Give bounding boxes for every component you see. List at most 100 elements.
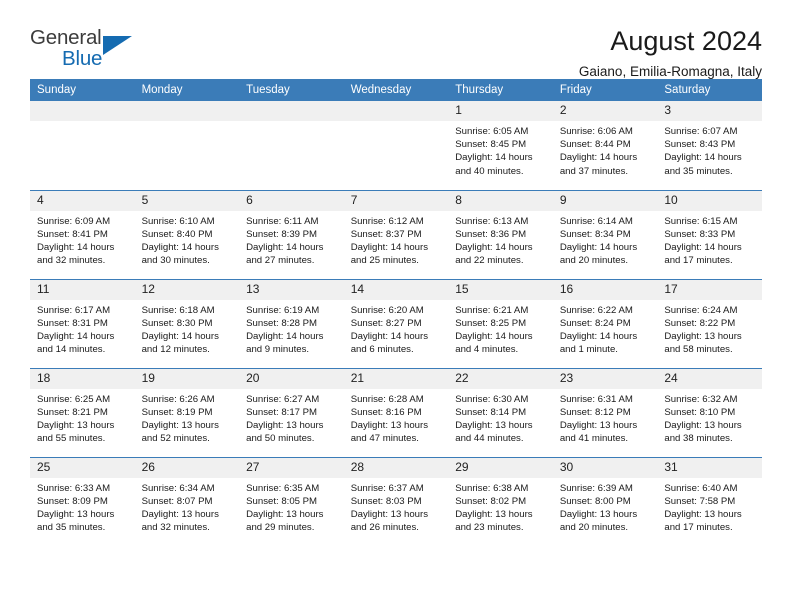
title-block: August 2024 Gaiano, Emilia-Romagna, Ital… bbox=[579, 27, 762, 80]
calendar-day-cell[interactable]: 1 Sunrise: 6:05 AM Sunset: 8:45 PM Daylight… bbox=[448, 101, 553, 190]
calendar-day-cell[interactable]: 29 Sunrise: 6:38 AM Sunset: 8:02 PM Dayligh… bbox=[448, 456, 553, 546]
calendar-day-cell[interactable]: 13 Sunrise: 6:19 AM Sunset: 8:28 PM Dayligh… bbox=[239, 278, 344, 368]
day-details: Sunrise: 6:27 AM Sunset: 8:17 PM Daylight:… bbox=[239, 389, 344, 446]
calendar-week-row: 4 Sunrise: 6:09 AM Sunset: 8:41 PM Daylight… bbox=[30, 189, 762, 279]
daylight-text: Daylight: 14 hours and 40 minutes. bbox=[455, 152, 533, 177]
sunset-text: Sunset: 8:19 PM bbox=[141, 406, 213, 418]
day-number: 20 bbox=[239, 368, 344, 389]
general-blue-logo[interactable]: General Blue bbox=[30, 27, 150, 77]
sunset-text: Sunset: 8:05 PM bbox=[246, 495, 318, 507]
sunset-text: Sunset: 8:07 PM bbox=[141, 495, 213, 507]
day-number: 22 bbox=[448, 368, 553, 389]
sunset-text: Sunset: 8:41 PM bbox=[37, 228, 108, 240]
daylight-text: Daylight: 14 hours and 30 minutes. bbox=[141, 241, 219, 267]
sunset-text: Sunset: 8:09 PM bbox=[37, 495, 108, 507]
day-details: Sunrise: 6:32 AM Sunset: 8:10 PM Daylight:… bbox=[657, 389, 762, 446]
calendar-day-cell[interactable]: 5 Sunrise: 6:10 AM Sunset: 8:40 PM Daylight… bbox=[134, 189, 240, 279]
calendar-day-cell[interactable]: 6 Sunrise: 6:11 AM Sunset: 8:39 PM Daylight… bbox=[239, 189, 344, 279]
calendar-header-row: Sunday Monday Tuesday Wednesday Thursday Frid… bbox=[30, 79, 762, 101]
day-number: 18 bbox=[30, 368, 135, 389]
daylight-text: Daylight: 14 hours and 12 minutes. bbox=[141, 330, 219, 356]
day-cell-inner: 31 Sunrise: 6:40 AM Sunset: 7:58 PM Dayligh… bbox=[657, 457, 762, 547]
day-number: 14 bbox=[343, 279, 449, 300]
calendar-day-cell[interactable]: 10 Sunrise: 6:15 AM Sunset: 8:33 PM Dayligh… bbox=[657, 189, 762, 279]
weekday-header-tuesday: Tuesday bbox=[239, 79, 344, 101]
calendar-day-cell[interactable]: 4 Sunrise: 6:09 AM Sunset: 8:41 PM Daylight… bbox=[30, 189, 135, 279]
calendar-day-cell[interactable]: 25 Sunrise: 6:33 AM Sunset: 8:09 PM Dayligh… bbox=[30, 456, 135, 546]
day-number: 13 bbox=[239, 279, 344, 300]
calendar-day-cell[interactable]: 18 Sunrise: 6:25 AM Sunset: 8:21 PM Dayligh… bbox=[30, 367, 135, 457]
day-cell-inner: 4 Sunrise: 6:09 AM Sunset: 8:41 PM Daylight… bbox=[30, 190, 135, 279]
day-cell-inner: 9 Sunrise: 6:14 AM Sunset: 8:34 PM Daylight… bbox=[552, 190, 658, 279]
sunrise-text: Sunrise: 6:31 AM bbox=[559, 393, 633, 405]
day-cell-inner: 14 Sunrise: 6:20 AM Sunset: 8:27 PM Dayligh… bbox=[343, 279, 449, 368]
calendar-day-cell[interactable]: 14 Sunrise: 6:20 AM Sunset: 8:27 PM Dayligh… bbox=[343, 278, 449, 368]
calendar-week-row: 25 Sunrise: 6:33 AM Sunset: 8:09 PM Dayligh… bbox=[30, 456, 762, 547]
calendar-day-cell[interactable]: 12 Sunrise: 6:18 AM Sunset: 8:30 PM Dayligh… bbox=[134, 278, 240, 368]
sunset-text: Sunset: 8:28 PM bbox=[246, 317, 318, 329]
day-details: Sunrise: 6:37 AM Sunset: 8:03 PM Daylight:… bbox=[344, 478, 449, 535]
sunrise-text: Sunrise: 6:27 AM bbox=[246, 393, 320, 405]
daylight-text: Daylight: 13 hours and 32 minutes. bbox=[141, 508, 219, 534]
calendar-cell-empty bbox=[30, 101, 135, 190]
day-details: Sunrise: 6:07 AM Sunset: 8:43 PM Daylight:… bbox=[657, 121, 762, 178]
day-details: Sunrise: 6:10 AM Sunset: 8:40 PM Daylight:… bbox=[135, 211, 240, 268]
sunset-text: Sunset: 8:31 PM bbox=[37, 317, 108, 329]
day-cell-inner: 17 Sunrise: 6:24 AM Sunset: 8:22 PM Dayligh… bbox=[657, 279, 762, 368]
calendar-grid: Sunday Monday Tuesday Wednesday Thursday Frid… bbox=[30, 79, 762, 546]
sunset-text: Sunset: 7:58 PM bbox=[664, 495, 736, 507]
day-details: Sunrise: 6:25 AM Sunset: 8:21 PM Daylight:… bbox=[30, 389, 135, 446]
day-number: 7 bbox=[343, 190, 449, 211]
day-cell-inner: 13 Sunrise: 6:19 AM Sunset: 8:28 PM Dayligh… bbox=[239, 279, 344, 368]
day-details: Sunrise: 6:34 AM Sunset: 8:07 PM Daylight:… bbox=[135, 478, 240, 535]
weekday-header-saturday: Saturday bbox=[657, 79, 762, 101]
calendar-day-cell[interactable]: 24 Sunrise: 6:32 AM Sunset: 8:10 PM Dayligh… bbox=[657, 367, 762, 457]
day-details: Sunrise: 6:33 AM Sunset: 8:09 PM Daylight:… bbox=[30, 478, 135, 535]
calendar-day-cell[interactable]: 7 Sunrise: 6:12 AM Sunset: 8:37 PM Daylight… bbox=[343, 189, 449, 279]
sunrise-text: Sunrise: 6:12 AM bbox=[350, 215, 424, 227]
daylight-text: Daylight: 14 hours and 20 minutes. bbox=[559, 241, 638, 267]
sunrise-text: Sunrise: 6:32 AM bbox=[664, 393, 738, 405]
calendar-day-cell[interactable]: 15 Sunrise: 6:21 AM Sunset: 8:25 PM Dayligh… bbox=[448, 278, 553, 368]
daylight-text: Daylight: 13 hours and 44 minutes. bbox=[455, 419, 533, 445]
day-number: 27 bbox=[239, 457, 344, 478]
calendar-day-cell[interactable]: 21 Sunrise: 6:28 AM Sunset: 8:16 PM Dayligh… bbox=[343, 367, 449, 457]
sunset-text: Sunset: 8:43 PM bbox=[664, 139, 736, 151]
calendar-day-cell[interactable]: 8 Sunrise: 6:13 AM Sunset: 8:36 PM Daylight… bbox=[448, 189, 553, 279]
calendar-day-cell[interactable]: 3 Sunrise: 6:07 AM Sunset: 8:43 PM Daylight… bbox=[657, 101, 762, 190]
calendar-day-cell[interactable]: 11 Sunrise: 6:17 AM Sunset: 8:31 PM Dayligh… bbox=[30, 278, 135, 368]
sunrise-text: Sunrise: 6:24 AM bbox=[664, 304, 738, 316]
calendar-day-cell[interactable]: 26 Sunrise: 6:34 AM Sunset: 8:07 PM Dayligh… bbox=[134, 456, 240, 546]
calendar-day-cell[interactable]: 2 Sunrise: 6:06 AM Sunset: 8:44 PM Daylight… bbox=[552, 101, 658, 190]
day-number: 1 bbox=[448, 101, 553, 121]
day-cell-inner: 2 Sunrise: 6:06 AM Sunset: 8:44 PM Daylight… bbox=[552, 101, 658, 190]
calendar-day-cell[interactable]: 27 Sunrise: 6:35 AM Sunset: 8:05 PM Dayligh… bbox=[239, 456, 344, 546]
day-details: Sunrise: 6:22 AM Sunset: 8:24 PM Daylight:… bbox=[553, 300, 658, 357]
sunrise-text: Sunrise: 6:40 AM bbox=[664, 482, 738, 494]
daylight-text: Daylight: 13 hours and 41 minutes. bbox=[559, 419, 638, 445]
daylight-text: Daylight: 14 hours and 22 minutes. bbox=[455, 241, 533, 267]
day-number: 16 bbox=[552, 279, 658, 300]
calendar-day-cell[interactable]: 16 Sunrise: 6:22 AM Sunset: 8:24 PM Dayligh… bbox=[552, 278, 658, 368]
calendar-day-cell[interactable]: 20 Sunrise: 6:27 AM Sunset: 8:17 PM Dayligh… bbox=[239, 367, 344, 457]
sunrise-text: Sunrise: 6:35 AM bbox=[246, 482, 320, 494]
calendar-day-cell[interactable]: 19 Sunrise: 6:26 AM Sunset: 8:19 PM Dayligh… bbox=[134, 367, 240, 457]
calendar-day-cell[interactable]: 17 Sunrise: 6:24 AM Sunset: 8:22 PM Dayligh… bbox=[657, 278, 762, 368]
calendar-day-cell[interactable]: 23 Sunrise: 6:31 AM Sunset: 8:12 PM Dayligh… bbox=[552, 367, 658, 457]
calendar-day-cell[interactable]: 28 Sunrise: 6:37 AM Sunset: 8:03 PM Dayligh… bbox=[343, 456, 449, 546]
day-details: Sunrise: 6:17 AM Sunset: 8:31 PM Daylight:… bbox=[30, 300, 135, 357]
day-cell-inner: 6 Sunrise: 6:11 AM Sunset: 8:39 PM Daylight… bbox=[239, 190, 344, 279]
calendar-day-cell[interactable]: 31 Sunrise: 6:40 AM Sunset: 7:58 PM Dayligh… bbox=[657, 456, 762, 547]
calendar-day-cell[interactable]: 30 Sunrise: 6:39 AM Sunset: 8:00 PM Dayligh… bbox=[552, 456, 658, 546]
daylight-text: Daylight: 13 hours and 29 minutes. bbox=[246, 508, 324, 534]
day-cell-inner: 12 Sunrise: 6:18 AM Sunset: 8:30 PM Dayligh… bbox=[134, 279, 240, 368]
daylight-text: Daylight: 13 hours and 52 minutes. bbox=[141, 419, 219, 445]
sunrise-text: Sunrise: 6:30 AM bbox=[455, 393, 529, 405]
day-cell-inner: 7 Sunrise: 6:12 AM Sunset: 8:37 PM Daylight… bbox=[343, 190, 449, 279]
sunrise-text: Sunrise: 6:14 AM bbox=[559, 215, 633, 227]
calendar-day-cell[interactable]: 9 Sunrise: 6:14 AM Sunset: 8:34 PM Daylight… bbox=[552, 189, 658, 279]
sunrise-text: Sunrise: 6:17 AM bbox=[37, 304, 111, 316]
sunset-text: Sunset: 8:12 PM bbox=[559, 406, 631, 418]
daylight-text: Daylight: 14 hours and 25 minutes. bbox=[350, 241, 429, 267]
calendar-day-cell[interactable]: 22 Sunrise: 6:30 AM Sunset: 8:14 PM Dayligh… bbox=[448, 367, 553, 457]
